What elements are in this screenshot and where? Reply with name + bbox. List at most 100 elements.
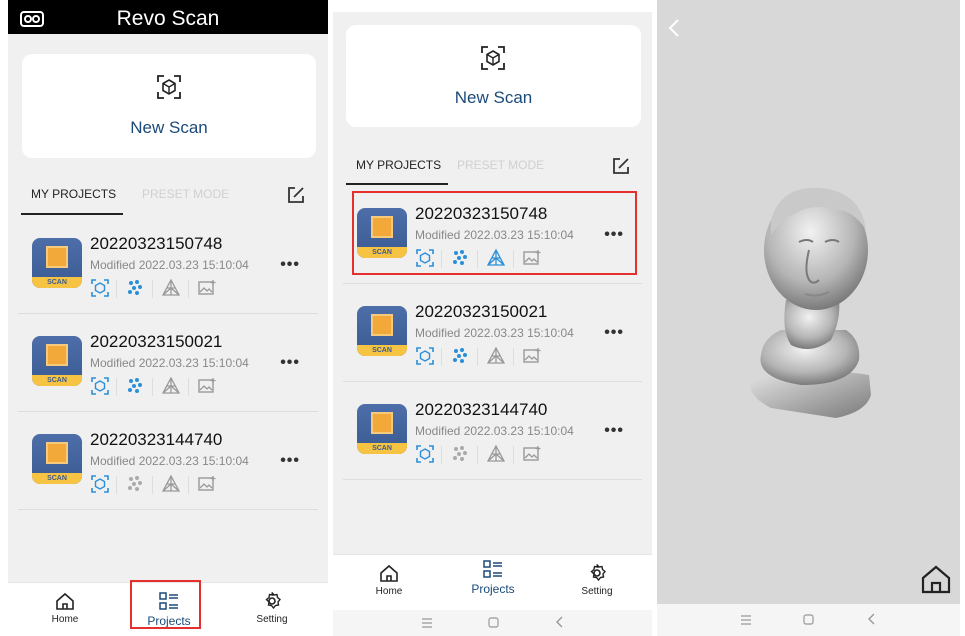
back-icon[interactable] — [867, 613, 875, 625]
tool-divider — [188, 476, 189, 494]
home-icon — [56, 592, 74, 610]
point-cloud-icon[interactable] — [125, 474, 145, 494]
tab-preset-mode[interactable]: PRESET MODE — [142, 187, 229, 201]
app-icon-label: SCAN — [32, 375, 82, 386]
scan-icon[interactable] — [90, 278, 110, 298]
project-name: 20220323144740 — [415, 400, 548, 419]
nav-setting-label: Setting — [581, 586, 613, 597]
projects-icon — [483, 560, 502, 578]
scan-icon[interactable] — [415, 444, 435, 464]
back-icon[interactable] — [555, 616, 563, 628]
tool-divider — [152, 476, 153, 494]
mesh-icon[interactable] — [161, 474, 181, 494]
tool-divider — [441, 348, 442, 366]
tab-my-projects[interactable]: MY PROJECTS — [31, 187, 116, 201]
tool-divider — [152, 378, 153, 396]
project-row[interactable]: SCAN 20220323150021 Modified 2022.03.23 … — [343, 284, 642, 382]
edit-icon[interactable] — [611, 156, 631, 176]
home-icon[interactable] — [920, 563, 952, 595]
project-app-icon: SCAN — [357, 404, 407, 454]
tool-divider — [116, 476, 117, 494]
new-scan-label: New Scan — [454, 88, 533, 107]
home-square-icon[interactable] — [488, 617, 499, 628]
project-modified: Modified 2022.03.23 15:10:04 — [90, 454, 249, 468]
project-name: 20220323150748 — [90, 234, 223, 253]
project-app-icon: SCAN — [32, 336, 82, 386]
project-modified: Modified 2022.03.23 15:10:04 — [415, 424, 574, 438]
active-tab-indicator — [346, 183, 448, 185]
screen-model-viewer — [657, 0, 960, 636]
highlight-box — [130, 580, 201, 629]
screen-projects-selected: New Scan MY PROJECTS PRESET MODE SCAN 20… — [333, 0, 652, 636]
tool-divider — [477, 446, 478, 464]
scan-cube-icon — [157, 75, 181, 99]
menu-icon[interactable] — [740, 615, 752, 625]
texture-image-icon[interactable] — [197, 278, 217, 298]
more-options-button[interactable]: ••• — [604, 422, 624, 440]
tool-divider — [188, 378, 189, 396]
project-modified: Modified 2022.03.23 15:10:04 — [90, 356, 249, 370]
tool-divider — [116, 378, 117, 396]
project-row[interactable]: SCAN 20220323150748 Modified 2022.03.23 … — [18, 216, 318, 314]
tool-divider — [116, 280, 117, 298]
nav-home[interactable]: Home — [354, 563, 424, 597]
point-cloud-icon[interactable] — [450, 444, 470, 464]
tab-preset-mode[interactable]: PRESET MODE — [457, 158, 544, 172]
new-scan-button[interactable]: New Scan — [22, 54, 316, 158]
nav-setting[interactable]: Setting — [562, 563, 632, 597]
scan-icon[interactable] — [90, 474, 110, 494]
texture-image-icon[interactable] — [197, 474, 217, 494]
project-tabs: MY PROJECTS PRESET MODE — [343, 156, 642, 185]
tool-divider — [513, 446, 514, 464]
system-nav-bar — [657, 604, 960, 636]
menu-icon[interactable] — [421, 618, 433, 628]
nav-setting[interactable]: Setting — [237, 591, 307, 625]
project-tabs: MY PROJECTS PRESET MODE — [18, 185, 318, 215]
nav-setting-label: Setting — [256, 614, 288, 625]
more-options-button[interactable]: ••• — [604, 324, 624, 342]
project-name: 20220323144740 — [90, 430, 223, 449]
texture-image-icon[interactable] — [197, 376, 217, 396]
more-options-button[interactable]: ••• — [280, 452, 300, 470]
tool-divider — [188, 280, 189, 298]
home-square-icon[interactable] — [803, 614, 814, 625]
scan-cube-icon — [481, 46, 505, 70]
tab-my-projects[interactable]: MY PROJECTS — [356, 158, 441, 172]
texture-image-icon[interactable] — [522, 346, 542, 366]
app-title: Revo Scan — [116, 7, 220, 30]
point-cloud-icon[interactable] — [450, 346, 470, 366]
app-icon-label: SCAN — [357, 443, 407, 454]
project-row[interactable]: SCAN 20220323144740 Modified 2022.03.23 … — [18, 412, 318, 510]
new-scan-button[interactable]: New Scan — [346, 25, 641, 127]
mesh-icon[interactable] — [161, 376, 181, 396]
mesh-icon[interactable] — [161, 278, 181, 298]
new-scan-label: New Scan — [130, 118, 208, 137]
project-row[interactable]: SCAN 20220323150021 Modified 2022.03.23 … — [18, 314, 318, 412]
scan-icon[interactable] — [415, 346, 435, 366]
3d-bust-model[interactable] — [741, 180, 881, 420]
app-icon-label: SCAN — [32, 473, 82, 484]
scan-icon[interactable] — [90, 376, 110, 396]
more-options-button[interactable]: ••• — [280, 256, 300, 274]
app-icon-label: SCAN — [357, 345, 407, 356]
mesh-icon[interactable] — [486, 346, 506, 366]
nav-projects[interactable]: Projects — [458, 559, 528, 596]
mesh-icon[interactable] — [486, 444, 506, 464]
nav-projects-label: Projects — [471, 582, 515, 596]
point-cloud-icon[interactable] — [125, 278, 145, 298]
chevron-left-icon[interactable] — [667, 18, 681, 38]
nav-home-label: Home — [51, 614, 79, 625]
project-name: 20220323150021 — [415, 302, 548, 321]
project-app-icon: SCAN — [32, 434, 82, 484]
app-header: Revo Scan — [8, 0, 328, 34]
project-name: 20220323150021 — [90, 332, 223, 351]
more-options-button[interactable]: ••• — [280, 354, 300, 372]
project-row[interactable]: SCAN 20220323144740 Modified 2022.03.23 … — [343, 382, 642, 480]
active-tab-indicator — [21, 213, 123, 215]
highlight-box — [352, 191, 637, 275]
nav-home[interactable]: Home — [30, 591, 100, 625]
point-cloud-icon[interactable] — [125, 376, 145, 396]
edit-icon[interactable] — [286, 185, 306, 205]
gear-icon — [265, 592, 281, 610]
texture-image-icon[interactable] — [522, 444, 542, 464]
